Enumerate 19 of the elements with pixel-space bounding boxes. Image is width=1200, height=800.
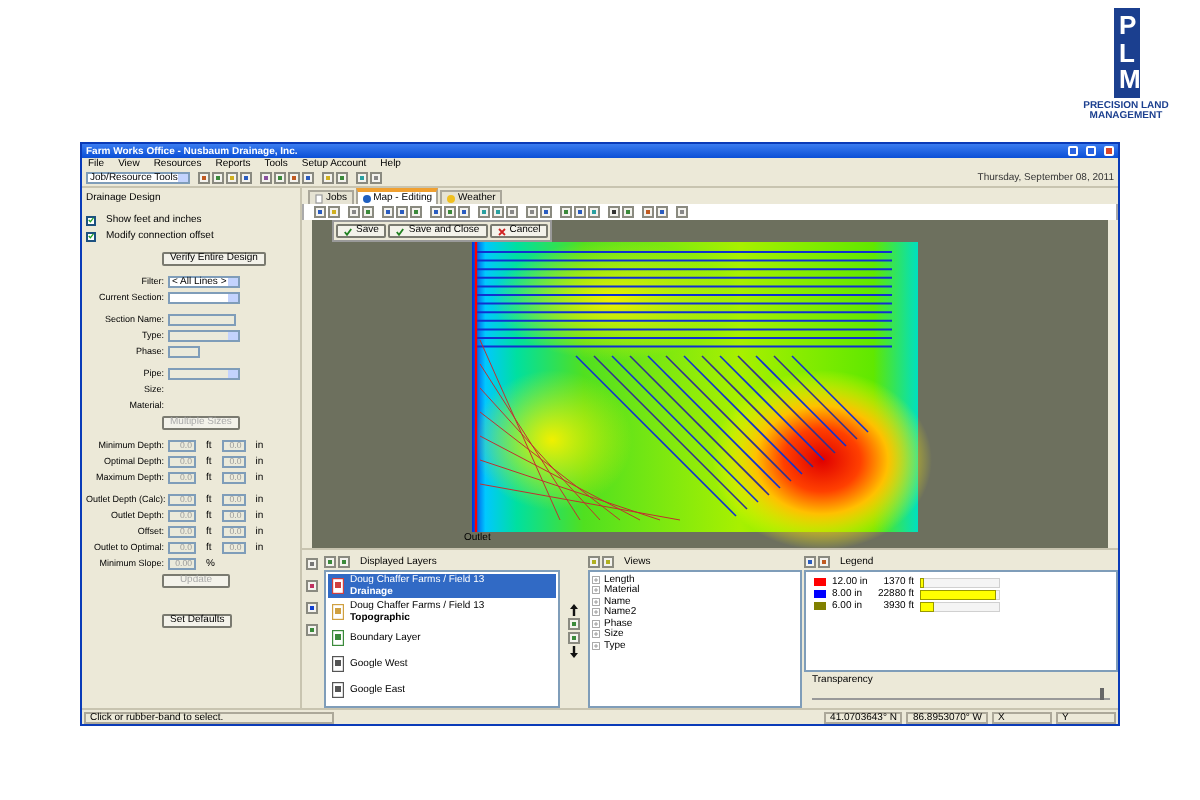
cross-icon (497, 227, 506, 235)
check-icon (396, 227, 405, 235)
checkbox[interactable] (86, 215, 96, 225)
transparency-slider[interactable] (812, 688, 1110, 700)
down-arrow-icon (570, 646, 578, 658)
slider-thumb[interactable] (1100, 688, 1105, 700)
checkbox[interactable] (86, 231, 96, 241)
up-arrow-icon (570, 604, 578, 616)
check-icon (344, 227, 352, 235)
maximize-button[interactable] (1086, 146, 1096, 156)
globe-icon (361, 193, 372, 203)
caret-icon (228, 332, 238, 340)
caret-icon (228, 370, 238, 378)
minimize-button[interactable] (1068, 146, 1078, 156)
close-button[interactable] (1104, 146, 1114, 156)
sun-icon (446, 193, 457, 203)
caret-icon (178, 174, 188, 182)
dropdown[interactable] (168, 292, 240, 304)
logo-mark: PLM (1113, 8, 1139, 98)
